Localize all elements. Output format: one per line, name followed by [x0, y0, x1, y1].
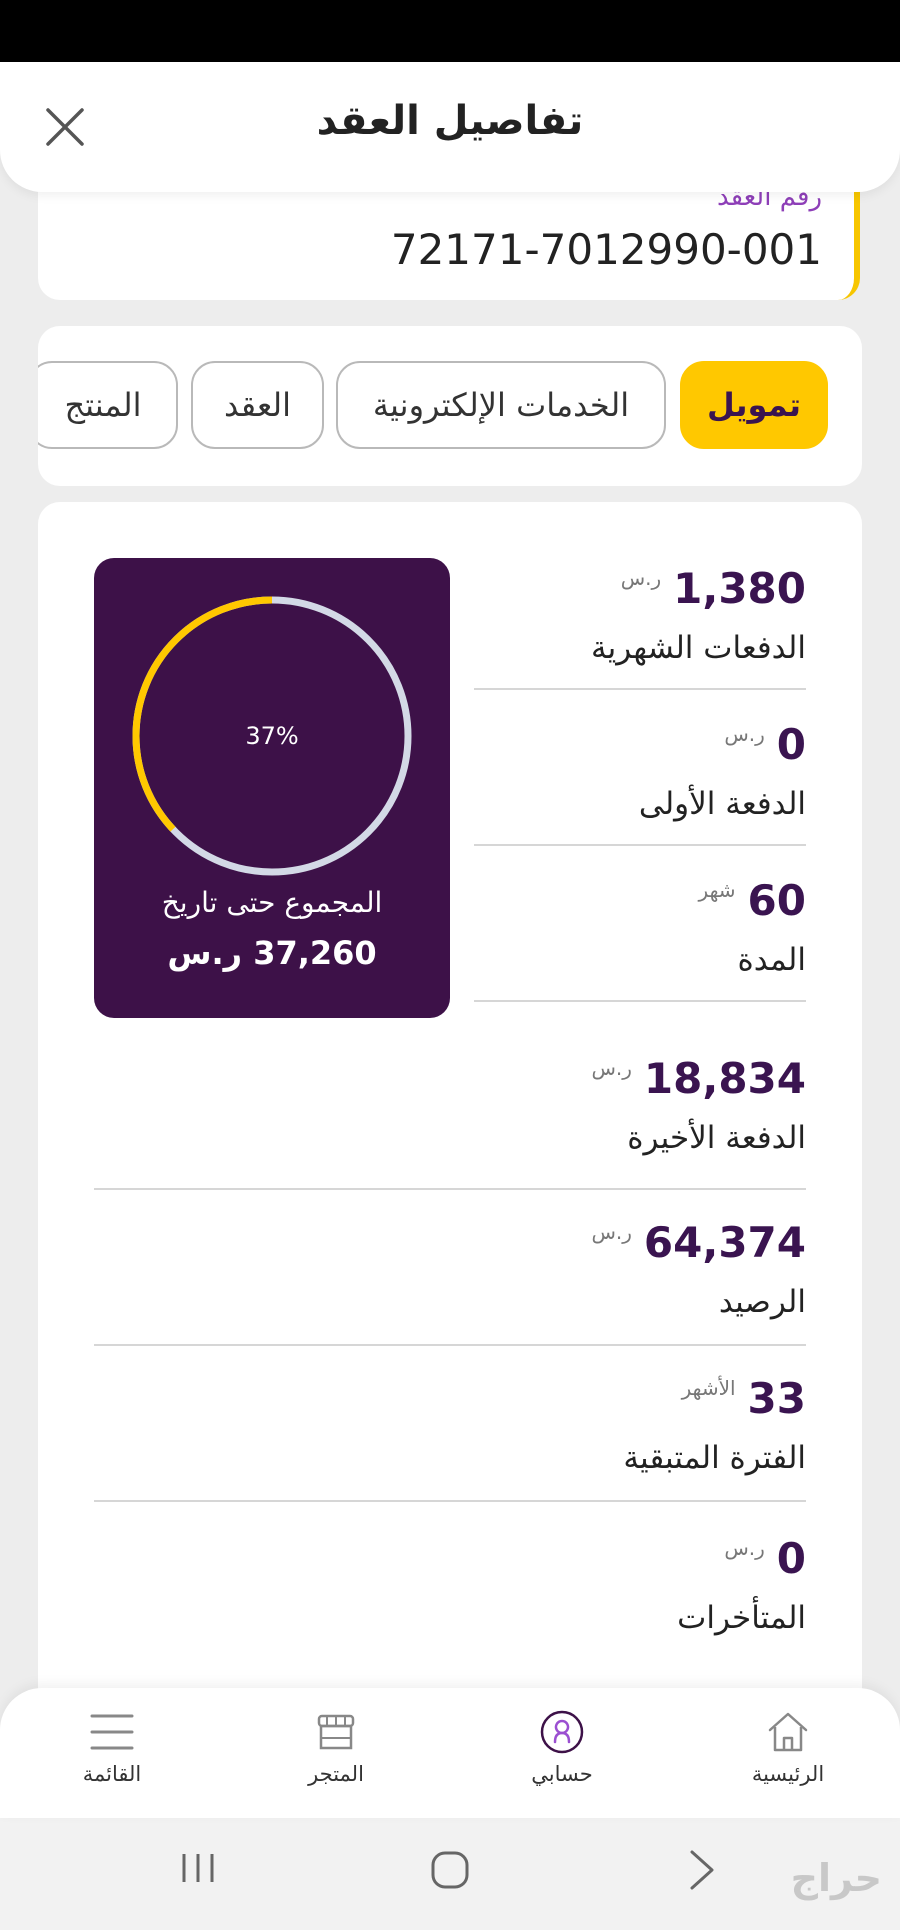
divider — [94, 1344, 806, 1346]
header: تفاصيل العقد — [0, 62, 900, 192]
stat-value: 64,374 — [643, 1218, 806, 1267]
menu-icon — [90, 1714, 134, 1750]
tab-contract[interactable]: العقد — [191, 361, 324, 449]
total-value: 37,260 ر.س — [167, 934, 377, 972]
stat-value: 0 — [776, 720, 806, 769]
stat-remaining-period: 33 الأشهر الفترة المتبقية — [623, 1374, 806, 1477]
stat-label: المتأخرات — [677, 1600, 806, 1636]
page-title: تفاصيل العقد — [316, 98, 584, 144]
status-bar — [0, 0, 900, 62]
stat-label: الدفعة الأولى — [638, 786, 806, 822]
stat-unit: ر.س — [591, 1056, 632, 1080]
stat-unit: ر.س — [724, 1536, 765, 1560]
stat-monthly-payments: 1,380 ر.س الدفعات الشهرية — [591, 564, 806, 667]
stat-label: الفترة المتبقية — [623, 1440, 806, 1476]
stat-value: 1,380 — [673, 564, 806, 613]
nav-account[interactable]: حسابي — [482, 1708, 642, 1786]
store-icon — [317, 1714, 355, 1750]
stat-unit: شهر — [698, 878, 736, 902]
divider — [474, 844, 806, 846]
stat-unit: ر.س — [724, 722, 765, 746]
stat-value: 18,834 — [643, 1054, 806, 1103]
contract-details: 37% المجموع حتى تاريخ 37,260 ر.س 1,380 ر.… — [38, 502, 862, 1732]
recent-apps-icon[interactable] — [178, 1848, 218, 1888]
stat-value: 33 — [747, 1374, 806, 1423]
stat-unit: الأشهر — [681, 1376, 736, 1400]
stat-unit: ر.س — [620, 566, 662, 590]
tab-financing[interactable]: تمويل — [680, 361, 828, 449]
tab-eservices[interactable]: الخدمات الإلكترونية — [336, 361, 666, 449]
nav-store[interactable]: المتجر — [256, 1708, 416, 1786]
stat-label: الدفعة الأخيرة — [627, 1120, 806, 1156]
watermark: حراج — [790, 1856, 882, 1900]
stat-value: 0 — [776, 1534, 806, 1583]
stat-label: الدفعات الشهرية — [591, 630, 806, 666]
tabs-bar: تمويل الخدمات الإلكترونية العقد المنتج — [38, 326, 862, 486]
nav-label: المتجر — [308, 1762, 364, 1786]
divider — [94, 1188, 806, 1190]
home-button-icon[interactable] — [428, 1848, 472, 1892]
back-icon[interactable] — [682, 1848, 722, 1892]
bottom-nav: الرئيسية حسابي المتجر القائمة — [0, 1688, 900, 1818]
stat-balance: 64,374 ر.س الرصيد — [591, 1218, 806, 1321]
stat-label: المدة — [737, 942, 807, 978]
tab-product[interactable]: المنتج — [38, 361, 178, 449]
nav-label: الرئيسية — [751, 1762, 825, 1786]
divider — [474, 688, 806, 690]
divider — [94, 1500, 806, 1502]
progress-percent: 37% — [245, 722, 299, 750]
stat-arrears: 0 ر.س المتأخرات — [677, 1534, 806, 1637]
total-label: المجموع حتى تاريخ — [161, 886, 383, 919]
nav-menu[interactable]: القائمة — [32, 1708, 192, 1786]
total-paid-box: 37% المجموع حتى تاريخ 37,260 ر.س — [94, 558, 450, 1018]
stat-value: 60 — [747, 876, 806, 925]
stat-label: الرصيد — [718, 1284, 806, 1320]
nav-label: القائمة — [82, 1762, 142, 1786]
nav-home[interactable]: الرئيسية — [708, 1708, 868, 1786]
home-icon — [768, 1712, 808, 1752]
stat-unit: ر.س — [591, 1220, 632, 1244]
divider — [474, 1000, 806, 1002]
stat-duration: 60 شهر المدة — [698, 876, 807, 979]
account-icon — [540, 1710, 584, 1754]
system-nav-bar: حراج — [0, 1818, 900, 1930]
stat-final-payment: 18,834 ر.س الدفعة الأخيرة — [591, 1054, 806, 1157]
contract-number-value: 72171-7012990-001 — [390, 225, 822, 274]
stat-down-payment: 0 ر.س الدفعة الأولى — [638, 720, 806, 823]
nav-label: حسابي — [531, 1762, 593, 1786]
